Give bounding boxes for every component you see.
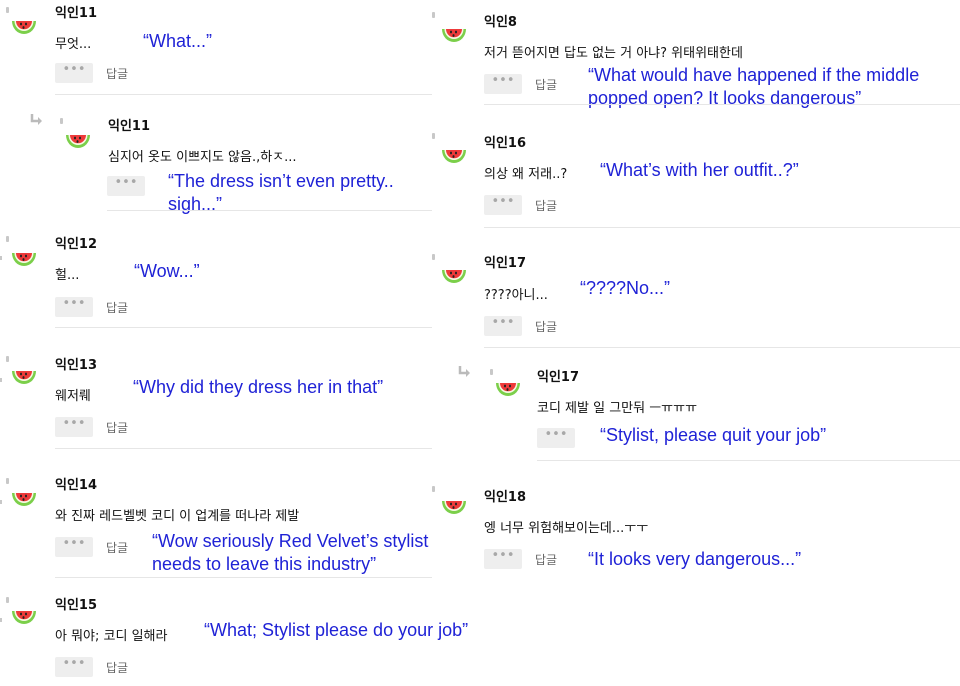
divider [55, 577, 432, 578]
reply-button[interactable]: 답글 [535, 197, 557, 214]
grip-dot [432, 254, 435, 260]
comment-text: 의상 왜 저래..? [484, 167, 568, 182]
more-options-button[interactable]: ••• [55, 63, 93, 83]
watermelon-avatar-icon[interactable] [440, 263, 468, 291]
grip-dot [490, 369, 493, 375]
crop-edge-mark [0, 500, 2, 504]
grip-dot [432, 12, 435, 18]
grip-dot [60, 118, 63, 124]
comment-text: 웨저뤠 [55, 389, 91, 404]
comment-author: 익인15 [55, 598, 98, 613]
watermelon-avatar-icon[interactable] [440, 143, 468, 171]
reply-button[interactable]: 답글 [535, 551, 557, 568]
comment-text: ????아니... [484, 288, 548, 303]
watermelon-avatar-icon[interactable] [494, 376, 522, 404]
reply-button[interactable]: 답글 [535, 76, 557, 93]
more-options-button[interactable]: ••• [55, 657, 93, 677]
watermelon-avatar-icon[interactable] [440, 22, 468, 50]
translation-text: “Wow seriously Red Velvet’s stylist need… [152, 531, 429, 574]
crop-edge-mark [0, 256, 2, 260]
divider [484, 227, 960, 228]
comment-text: 아 뭐야; 코디 일해라 [55, 629, 168, 644]
reply-button[interactable]: 답글 [106, 65, 128, 82]
comment-author: 익인18 [484, 490, 527, 505]
more-options-button[interactable]: ••• [55, 297, 93, 317]
more-options-button[interactable]: ••• [484, 74, 522, 94]
divider [55, 327, 432, 328]
reply-button[interactable]: 답글 [106, 299, 128, 316]
grip-dot [6, 7, 9, 13]
comment-text: 심지어 옷도 이쁘지도 않음.,하ㅈ... [108, 150, 297, 165]
comment-text: 코디 제발 일 그만둬 ㅡㅠㅠㅠ [537, 401, 698, 416]
more-options-button[interactable]: ••• [107, 176, 145, 196]
comment-author: 익인8 [484, 15, 517, 30]
comment-text: 저거 뜯어지면 답도 없는 거 아냐? 위태위태한데 [484, 46, 743, 61]
comment-author: 익인17 [484, 256, 527, 271]
comment-author: 익인16 [484, 136, 527, 151]
divider [55, 448, 432, 449]
grip-dot [6, 478, 9, 484]
translation-caption: “Stylist, please quit your job” [600, 425, 827, 445]
grip-dot [6, 597, 9, 603]
more-options-button[interactable]: ••• [55, 417, 93, 437]
comment-author: 익인17 [537, 370, 580, 385]
grip-dot [432, 133, 435, 139]
translation-caption: “Wow seriously Red Velvet’s stylist need… [152, 530, 452, 576]
divider [55, 94, 432, 95]
divider [537, 460, 960, 461]
reply-button[interactable]: 답글 [106, 419, 128, 436]
translation-caption: “????No...” [580, 278, 671, 298]
translation-caption: “What...” [143, 31, 213, 51]
translation-caption: “Wow...” [134, 261, 200, 281]
translation-caption: “What’s with her outfit..?” [600, 160, 799, 180]
watermelon-avatar-icon[interactable] [10, 364, 38, 392]
watermelon-avatar-icon[interactable] [10, 486, 38, 514]
watermelon-avatar-icon[interactable] [10, 246, 38, 274]
reply-button[interactable]: 답글 [106, 659, 128, 676]
more-options-button[interactable]: ••• [537, 428, 575, 448]
more-options-button[interactable]: ••• [484, 549, 522, 569]
divider [107, 210, 432, 211]
grip-dot [6, 236, 9, 242]
reply-arrow-icon [30, 114, 42, 125]
comment-author: 익인12 [55, 237, 98, 252]
more-options-button[interactable]: ••• [55, 537, 93, 557]
reply-arrow-icon [458, 366, 470, 377]
reply-button[interactable]: 답글 [106, 539, 128, 556]
translation-caption: “What; Stylist please do your job” [204, 620, 469, 640]
comment-author: 익인11 [108, 119, 151, 134]
crop-edge-mark [0, 378, 2, 382]
comment-text: 헐... [55, 268, 80, 283]
watermelon-avatar-icon[interactable] [10, 14, 38, 42]
translation-caption: “Why did they dress her in that” [133, 377, 384, 397]
crop-edge-mark [0, 618, 2, 622]
comment-author: 익인11 [55, 6, 98, 21]
more-options-button[interactable]: ••• [484, 195, 522, 215]
comment-text: 엥 너무 위험해보이는데...ㅜㅜ [484, 521, 649, 536]
watermelon-avatar-icon[interactable] [440, 494, 468, 522]
divider [484, 347, 960, 348]
watermelon-avatar-icon[interactable] [64, 128, 92, 156]
more-options-button[interactable]: ••• [484, 316, 522, 336]
comment-text: 와 진짜 레드벨벳 코디 이 업계를 떠나라 제발 [55, 509, 300, 524]
comment-text: 무엇... [55, 37, 92, 52]
comment-author: 익인14 [55, 478, 98, 493]
grip-dot [432, 486, 435, 492]
divider [484, 104, 960, 105]
grip-dot [6, 356, 9, 362]
reply-button[interactable]: 답글 [535, 318, 557, 335]
comment-author: 익인13 [55, 358, 98, 373]
watermelon-avatar-icon[interactable] [10, 604, 38, 632]
translation-caption: “It looks very dangerous...” [588, 549, 802, 569]
